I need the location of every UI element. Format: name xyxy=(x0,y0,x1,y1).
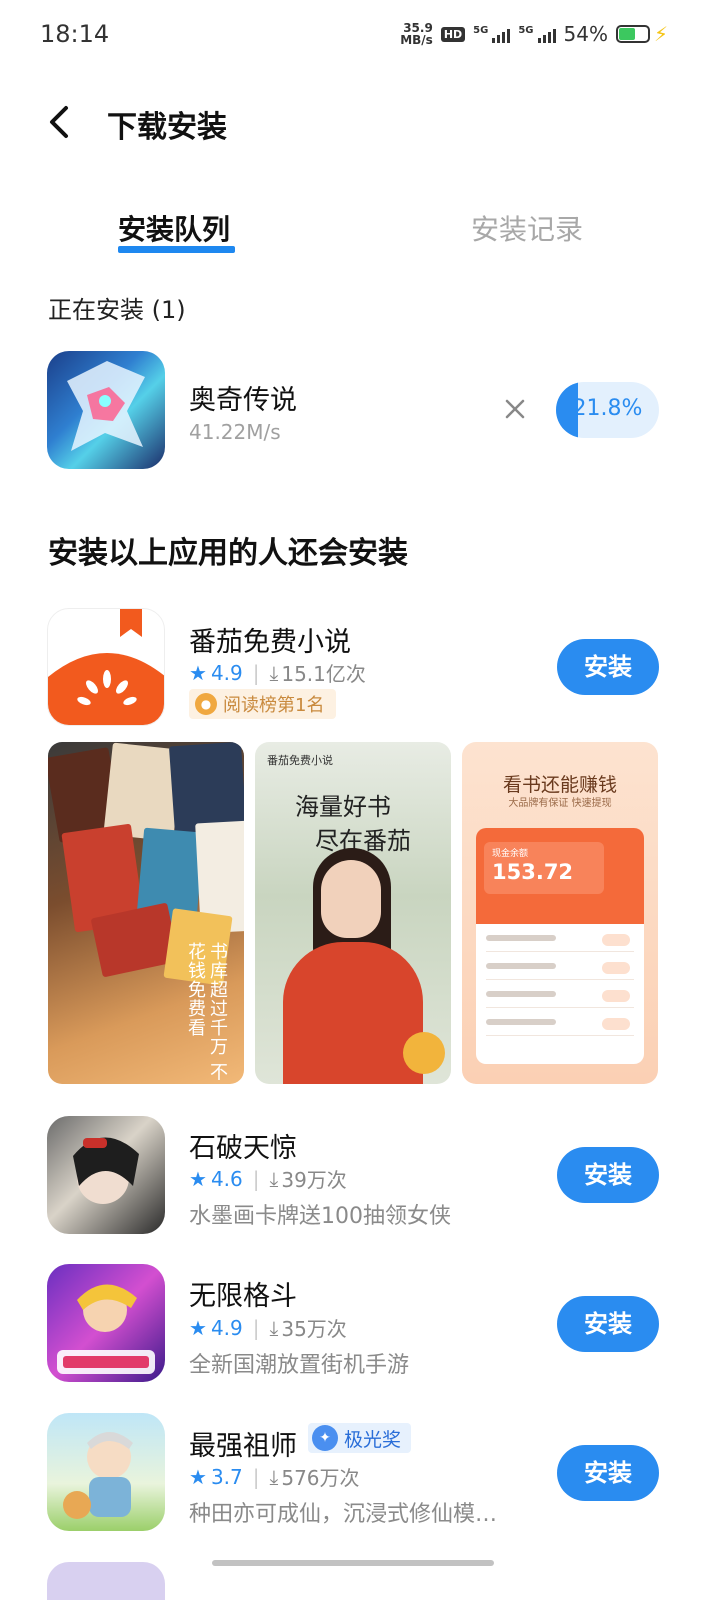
installing-app-speed: 41.22M/s xyxy=(189,420,281,444)
screenshot-title: 看书还能赚钱 xyxy=(502,774,617,796)
screenshot-subtitle: 大品牌有保证 快速提现 xyxy=(508,798,612,809)
page-title: 下载安装 xyxy=(107,110,227,145)
task-row xyxy=(486,986,634,1008)
app-name: 石破天惊 xyxy=(189,1133,297,1164)
tab-indicator xyxy=(118,246,235,253)
app-icon-wuxian[interactable] xyxy=(47,1264,165,1382)
download-icon: ⤓ xyxy=(269,1315,279,1340)
award-badge: ✦ 极光奖 xyxy=(308,1423,412,1453)
close-icon xyxy=(505,399,525,419)
app-downloads: 576万次 xyxy=(281,1466,360,1490)
award-badge-text: 极光奖 xyxy=(344,1428,402,1451)
divider: | xyxy=(252,1315,260,1340)
star-icon: ★ xyxy=(189,1315,207,1340)
installing-section-label: 正在安装 (1) xyxy=(48,296,186,324)
app-name: 番茄免费小说 xyxy=(189,627,351,658)
app-description: 种田亦可成仙，沉浸式修仙模… xyxy=(189,1502,498,1527)
medal-icon: ● xyxy=(195,693,217,715)
install-button[interactable]: 安装 xyxy=(557,639,659,695)
signal-icon-2: 5G xyxy=(518,25,556,43)
fighter-character-icon xyxy=(57,1284,155,1374)
task-row xyxy=(486,1014,634,1036)
recommend-heading: 安装以上应用的人还会安装 xyxy=(48,536,408,571)
divider: | xyxy=(252,1166,260,1191)
divider: | xyxy=(252,1464,260,1489)
battery-icon xyxy=(615,25,650,43)
tab-install-queue[interactable]: 安装队列 xyxy=(118,208,230,248)
cancel-install-button[interactable] xyxy=(500,394,530,424)
rank-badge: ● 阅读榜第1名 xyxy=(189,689,337,719)
star-icon: ★ xyxy=(189,660,207,685)
hd-voice-icon: HD xyxy=(440,26,466,42)
status-bar: 18:14 35.9 MB/s HD 5G 5G 54% ⚡ xyxy=(0,0,720,70)
flower-decoration xyxy=(403,1032,445,1074)
award-icon: ✦ xyxy=(312,1425,338,1451)
app-description: 水墨画卡牌送100抽领女侠 xyxy=(189,1204,451,1229)
app-rating: 4.6 xyxy=(210,1166,243,1191)
star-icon: ★ xyxy=(189,1166,207,1191)
status-time: 18:14 xyxy=(40,20,110,48)
installing-app-name: 奥奇传说 xyxy=(189,385,297,416)
app-rating: 4.9 xyxy=(210,1315,243,1340)
app-icon-zuishi[interactable] xyxy=(47,1413,165,1531)
app-icon-next[interactable] xyxy=(47,1562,165,1600)
download-icon: ⤓ xyxy=(269,1166,279,1191)
cartoon-elder-icon xyxy=(63,1432,133,1519)
portrait-face xyxy=(321,860,381,938)
app-meta: ★ 3.7 | ⤓ 576万次 xyxy=(189,1462,360,1491)
install-button[interactable]: 安装 xyxy=(557,1445,659,1501)
tomato-icon xyxy=(48,609,164,725)
app-icon-fanqie[interactable] xyxy=(47,608,165,726)
task-row xyxy=(486,930,634,952)
task-row xyxy=(486,958,634,980)
download-icon: ⤓ xyxy=(269,1464,279,1489)
back-button[interactable] xyxy=(44,102,80,142)
home-indicator[interactable] xyxy=(212,1560,494,1566)
earnings-card-header: 现金余额 153.72 xyxy=(476,828,644,924)
install-button[interactable]: 安装 xyxy=(557,1147,659,1203)
app-downloads: 15.1亿次 xyxy=(281,662,366,686)
ink-character-icon xyxy=(73,1137,139,1204)
app-screenshot-3[interactable]: 看书还能赚钱 大品牌有保证 快速提现 现金余额 153.72 xyxy=(462,742,658,1084)
rank-badge-text: 阅读榜第1名 xyxy=(223,695,325,716)
app-name: 最强祖师 xyxy=(189,1431,297,1462)
download-icon: ⤓ xyxy=(269,660,279,685)
app-meta: ★ 4.6 | ⤓ 39万次 xyxy=(189,1164,347,1193)
install-progress-button[interactable]: 21.8% xyxy=(556,382,659,438)
network-speed: 35.9 MB/s xyxy=(400,21,433,47)
portrait-body xyxy=(283,942,423,1084)
app-downloads: 39万次 xyxy=(281,1168,347,1192)
screenshot-caption: 书库超过千万 不花钱免费看 xyxy=(185,942,228,1082)
game-character-icon xyxy=(67,361,145,451)
divider: | xyxy=(252,660,260,685)
progress-percent: 21.8% xyxy=(572,396,643,421)
charging-icon: ⚡ xyxy=(653,22,668,46)
app-screenshot-1[interactable]: 书库超过千万 不花钱免费看 xyxy=(48,742,244,1084)
app-icon-shipo[interactable] xyxy=(47,1116,165,1234)
signal-icon: 5G xyxy=(473,25,511,43)
app-meta: ★ 4.9 | ⤓ 35万次 xyxy=(189,1313,347,1342)
screenshot-logo: 番茄免费小说 xyxy=(267,754,333,767)
earnings-card: 现金余额 153.72 xyxy=(476,828,644,1064)
cash-balance: 现金余额 153.72 xyxy=(484,842,604,894)
app-description: 全新国潮放置街机手游 xyxy=(189,1353,410,1378)
back-arrow-icon xyxy=(50,106,68,138)
tab-install-history[interactable]: 安装记录 xyxy=(471,208,583,248)
app-rating: 4.9 xyxy=(210,660,243,685)
app-screenshot-2[interactable]: 番茄免费小说 海量好书 尽在番茄 xyxy=(255,742,451,1084)
star-icon: ★ xyxy=(189,1464,207,1489)
battery-percent: 54% xyxy=(563,22,608,46)
app-name: 无限格斗 xyxy=(189,1281,297,1312)
install-button[interactable]: 安装 xyxy=(557,1296,659,1352)
header: 下载安装 xyxy=(0,88,720,156)
app-downloads: 35万次 xyxy=(281,1317,347,1341)
app-rating: 3.7 xyxy=(210,1464,243,1489)
app-meta: ★ 4.9 | ⤓ 15.1亿次 xyxy=(189,658,366,687)
status-icons: 35.9 MB/s HD 5G 5G 54% ⚡ xyxy=(400,22,668,46)
app-icon-aoqi[interactable] xyxy=(47,351,165,469)
